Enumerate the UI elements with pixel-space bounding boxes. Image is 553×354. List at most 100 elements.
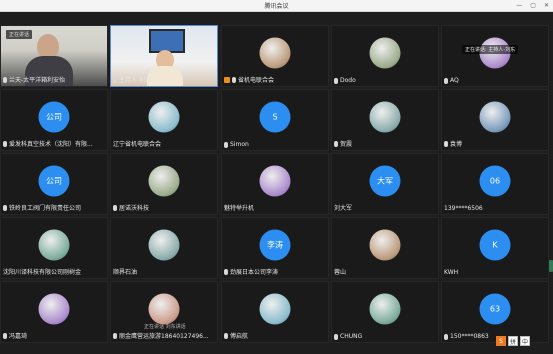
participant-tile[interactable]: 丽金鹰营运旅游18640127496... 正在讲话 刘东讲话 [110, 281, 218, 343]
participant-name: 刘大军 [334, 203, 352, 212]
video-grid: 正在讲话 兰天-太平洋箱利安怡 主持人-刘东 省机电联合会 Dodo AQ 公司爱发科真空技… [0, 25, 553, 345]
microphone-icon [224, 141, 228, 148]
participant-name-text: 省机电联合会 [238, 77, 275, 84]
participant-name-text: 爱发科真空技术（沈阳）有限... [9, 141, 93, 148]
participant-tile[interactable]: 省机电联合会 [221, 25, 329, 87]
participant-tile[interactable]: CHUNG [331, 281, 439, 343]
microphone-icon [3, 332, 7, 339]
participant-name: 冯嘉琦 [3, 331, 27, 340]
microphone-icon [444, 77, 448, 84]
microphone-icon [444, 140, 448, 147]
participant-name-text: Simon [230, 141, 249, 148]
participant-name-text: 150****0863 [450, 333, 489, 340]
participant-name-text: Dodo [340, 77, 356, 84]
avatar [259, 293, 291, 325]
avatar [259, 37, 291, 69]
avatar: 公司 [38, 101, 70, 133]
participant-name-text: 丽金鹰营运旅游18640127496... [119, 333, 209, 340]
avatar: 大军 [369, 165, 401, 197]
microphone-icon [113, 332, 117, 339]
bottom-controls: S 拼 中 [496, 336, 530, 346]
participant-name-text: 139****6506 [444, 205, 483, 212]
microphone-icon [334, 333, 338, 340]
participant-tile[interactable]: 居诺沃科技 [110, 153, 218, 215]
avatar [38, 229, 70, 261]
participant-tile[interactable]: 06 139****6506 [441, 153, 549, 215]
participant-name: 省机电联合会 [224, 75, 274, 84]
participant-name: 魅特举升机 [224, 203, 254, 212]
participant-tile[interactable]: 顺界石油 [110, 217, 218, 279]
participant-name: 铁岭良工阀门有限责任公司 [3, 203, 81, 212]
participant-name-text: 铁岭良工阀门有限责任公司 [9, 205, 82, 212]
avatar: 06 [479, 165, 511, 197]
microphone-icon [3, 76, 7, 83]
participant-name-text: 辽宁省机电联合会 [113, 141, 162, 148]
participant-name: 沈阳川译科技有限公司刚树金 [3, 267, 81, 276]
avatar [148, 229, 180, 261]
participant-name: 辽宁省机电联合会 [113, 139, 161, 148]
microphone-icon [3, 140, 7, 147]
avatar [479, 101, 511, 133]
participant-tile[interactable]: 李涛 劲展日本公司李涛 [221, 217, 329, 279]
participant-tile[interactable]: 沈阳川译科技有限公司刚树金 [0, 217, 108, 279]
avatar: S [259, 101, 291, 133]
maximize-icon[interactable]: ▢ [530, 2, 536, 9]
participant-name-text: 魅特举升机 [224, 205, 255, 212]
participant-tile[interactable]: 傅启航 [221, 281, 329, 343]
participant-name: Simon [224, 141, 249, 148]
microphone-icon [3, 204, 7, 211]
participant-tile[interactable]: 公司 铁岭良工阀门有限责任公司 [0, 153, 108, 215]
participant-tile[interactable]: K KWH [441, 217, 549, 279]
minimize-icon[interactable]: — [516, 2, 522, 9]
participant-tile[interactable]: 63 150****0863 [441, 281, 549, 343]
participant-name: 袁博 [444, 139, 462, 148]
participant-name-text: 顺界石油 [113, 269, 138, 276]
participant-tile[interactable]: S Simon [221, 89, 329, 151]
participant-tile[interactable]: Dodo [331, 25, 439, 87]
microphone-icon [113, 204, 117, 211]
microphone-icon [334, 77, 338, 84]
participant-tile[interactable]: 正在讲话 兰天-太平洋箱利安怡 [0, 25, 108, 87]
participant-name-text: 袁博 [450, 141, 463, 148]
participant-name: 150****0863 [444, 333, 489, 340]
participant-name: 主持人-刘东 [113, 75, 151, 84]
participant-name-text: 沈阳川译科技有限公司刚树金 [3, 269, 82, 276]
participant-name: 爱发科真空技术（沈阳）有限... [3, 139, 93, 148]
close-icon[interactable]: ✕ [544, 2, 549, 9]
sogou-ime-icon[interactable]: S [496, 336, 506, 346]
participant-name-text: 蓉山 [334, 269, 347, 276]
avatar [148, 101, 180, 133]
avatar: 63 [479, 293, 511, 325]
participant-tile[interactable]: 袁博 [441, 89, 549, 151]
scroll-handle[interactable] [549, 260, 553, 272]
participant-tile[interactable]: 蓉山 [331, 217, 439, 279]
participant-tile[interactable]: 公司爱发科真空技术（沈阳）有限... [0, 89, 108, 151]
speaking-notice: 正在讲话: 主持人-刘东 [462, 45, 519, 54]
participant-tile[interactable]: 冯嘉琦 [0, 281, 108, 343]
participant-tile[interactable]: 辽宁省机电联合会 [110, 89, 218, 151]
avatar: 李涛 [259, 229, 291, 261]
ime-language-button[interactable]: 中 [520, 336, 530, 346]
participant-name: 蓉山 [334, 267, 346, 276]
avatar [369, 37, 401, 69]
participant-tile[interactable]: 大军刘大军 [331, 153, 439, 215]
participant-name: 顺界石油 [113, 267, 137, 276]
participant-tile[interactable]: 魅特举升机 [221, 153, 329, 215]
participant-tile[interactable]: AQ [441, 25, 549, 87]
participant-name: 丽金鹰营运旅游18640127496... [113, 331, 209, 340]
participant-name-text: CHUNG [340, 333, 363, 340]
ime-pinyin-button[interactable]: 拼 [508, 336, 518, 346]
tile-overlay-notice: 正在讲话 刘东讲话 [144, 324, 186, 330]
participant-name-text: 贺震 [340, 141, 353, 148]
microphone-icon [224, 332, 228, 339]
host-icon [224, 76, 230, 83]
participant-name: AQ [444, 77, 459, 84]
avatar [369, 101, 401, 133]
microphone-icon [113, 76, 117, 83]
participant-name: 兰天-太平洋箱利安怡 [3, 75, 65, 84]
avatar: K [479, 229, 511, 261]
avatar [259, 165, 291, 197]
avatar [148, 293, 180, 325]
participant-tile[interactable]: 主持人-刘东 [110, 25, 218, 87]
participant-tile[interactable]: 贺震 [331, 89, 439, 151]
